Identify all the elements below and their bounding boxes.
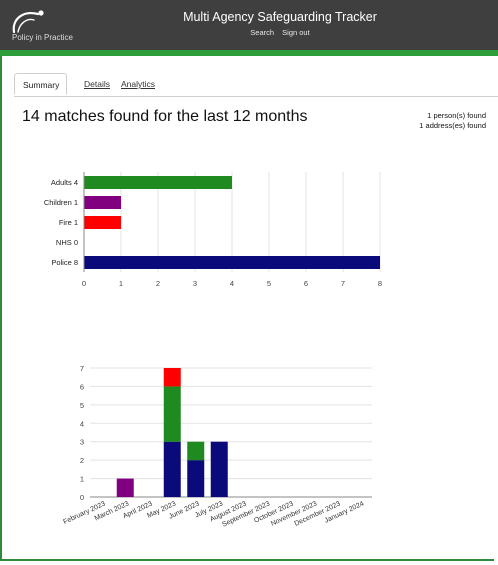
nav-search-link[interactable]: Search xyxy=(250,28,274,37)
y-tick-label: 2 xyxy=(80,456,84,465)
stacked-bar-segment xyxy=(187,460,205,497)
logo-swoosh-icon xyxy=(12,10,44,34)
stacked-bar-segment xyxy=(163,441,181,497)
stacked-bar-segment xyxy=(187,441,205,461)
persons-found: 1 person(s) found xyxy=(427,111,486,120)
y-tick-label: 7 xyxy=(80,364,84,373)
category-label: Fire 1 xyxy=(59,218,78,227)
header-accent-bar xyxy=(0,50,498,56)
stacked-bar-segment xyxy=(163,386,181,442)
category-label: Adults 4 xyxy=(51,178,78,187)
app-header: Policy in Practice Multi Agency Safeguar… xyxy=(0,0,498,50)
y-tick-label: 0 xyxy=(80,493,84,502)
bar xyxy=(84,256,380,269)
logo-text: Policy in Practice xyxy=(12,33,73,42)
y-tick-label: 5 xyxy=(80,401,84,410)
bar xyxy=(84,176,232,189)
category-label: Police 8 xyxy=(51,258,78,267)
x-tick-label: 1 xyxy=(119,279,123,288)
tab-bar: Summary Details Analytics xyxy=(14,73,498,97)
x-tick-label: 6 xyxy=(304,279,308,288)
found-summary: 1 person(s) found 1 address(es) found xyxy=(419,111,486,131)
bar xyxy=(84,196,121,209)
x-tick-label: 4 xyxy=(230,279,234,288)
nav-sign-out-link[interactable]: Sign out xyxy=(282,28,310,37)
category-label: Children 1 xyxy=(44,198,78,207)
y-tick-label: 3 xyxy=(80,438,84,447)
tab-summary[interactable]: Summary xyxy=(14,73,67,95)
x-tick-label: 8 xyxy=(378,279,382,288)
stacked-bar-segment xyxy=(210,441,228,497)
x-tick-label: 7 xyxy=(341,279,345,288)
tab-analytics[interactable]: Analytics xyxy=(113,73,163,95)
bar xyxy=(84,216,121,229)
top-nav: Search Sign out xyxy=(200,28,360,37)
logo[interactable]: Policy in Practice xyxy=(8,8,98,44)
x-tick-label: 3 xyxy=(193,279,197,288)
x-tick-label: 2 xyxy=(156,279,160,288)
y-tick-label: 4 xyxy=(80,419,84,428)
stacked-bar-segment xyxy=(163,368,181,387)
y-tick-label: 6 xyxy=(80,382,84,391)
x-tick-label: 0 xyxy=(82,279,86,288)
stacked-bar-segment xyxy=(116,478,134,497)
page-title: 14 matches found for the last 12 months xyxy=(22,108,308,125)
app-title: Multi Agency Safeguarding Tracker xyxy=(183,10,377,24)
addresses-found: 1 address(es) found xyxy=(419,121,486,130)
y-tick-label: 1 xyxy=(80,475,84,484)
monthly-stacked-bar-chart: 01234567February 2023March 2023April 202… xyxy=(62,364,372,529)
agency-bar-chart: 0 1 2 3 4 5 6 7 8 Adults 4 Children 1 Fire 1 NHS 0 Po… xyxy=(44,172,382,288)
category-label: NHS 0 xyxy=(56,238,78,247)
tab-details[interactable]: Details xyxy=(76,73,118,95)
x-tick-label: 5 xyxy=(267,279,271,288)
